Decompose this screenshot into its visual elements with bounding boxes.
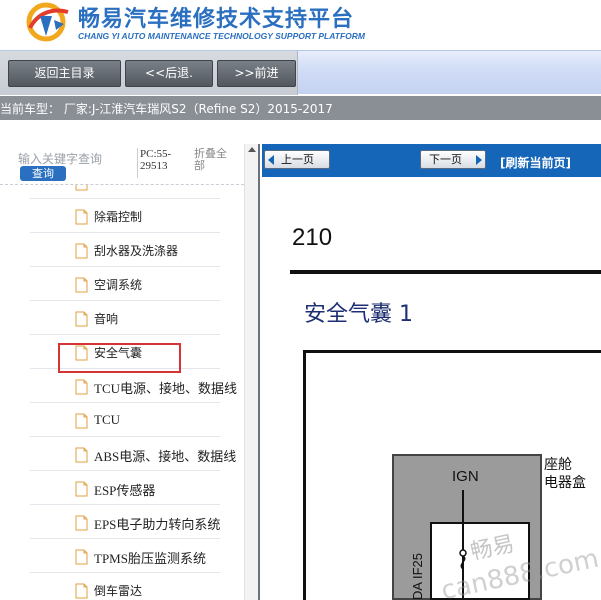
document-icon (75, 379, 88, 395)
document-icon (75, 515, 88, 531)
pc-code: PC:55-29513 (140, 148, 172, 172)
cabin-label-line2: 电器盒 (544, 475, 586, 491)
tree-item[interactable]: TCU电源、接地、数据线 (30, 369, 237, 403)
page-number: 210 (292, 224, 333, 251)
document-icon (75, 185, 88, 191)
document-icon (75, 277, 88, 293)
app-header: 畅易汽车维修技术支持平台 CHANG YI AUTO MAINTENANCE T… (0, 0, 601, 50)
vehicle-bar: 当前车型： 厂家:J-江淮汽车瑞风S2（Refine S2）2015-2017 (0, 96, 601, 120)
next-page-button[interactable]: 下一页 (420, 150, 486, 169)
tree-item-label: 空调系统 (94, 278, 143, 292)
tree-item[interactable]: 除霜控制 (30, 199, 220, 233)
next-page-label: 下一页 (429, 153, 462, 166)
tree-item-partial[interactable] (30, 185, 220, 199)
home-button[interactable]: 返回主目录 (8, 60, 121, 87)
tree-item-label: TCU电源、接地、数据线 (94, 381, 238, 396)
tree-item-label: TPMS胎压监测系统 (94, 551, 206, 566)
spacer (0, 120, 601, 144)
tree-item[interactable]: 倒车雷达 (30, 573, 220, 600)
forward-button[interactable]: >>前进 (217, 60, 296, 87)
sidebar-scrollbar[interactable] (244, 144, 258, 600)
tree-item-label: 除霜控制 (94, 210, 143, 224)
fuse-prefix: DA (410, 582, 425, 600)
fuse-label: DA IF25 (410, 553, 425, 600)
tree-item-label: 倒车雷达 (94, 584, 143, 598)
fuse-symbol-icon (459, 549, 467, 570)
current-vehicle-text: 当前车型： 厂家:J-江淮汽车瑞风S2（Refine S2）2015-2017 (0, 102, 333, 116)
search-button[interactable]: 查询 (20, 166, 66, 181)
section-title: 安全气囊 1 (304, 302, 413, 327)
document-icon (75, 345, 88, 361)
fuse-inner-box (430, 522, 530, 600)
tree-item[interactable]: EPS电子助力转向系统 (30, 505, 220, 539)
page-rule (290, 270, 601, 274)
tree-item[interactable]: 音响 (30, 301, 220, 335)
brand-subtitle: CHANG YI AUTO MAINTENANCE TECHNOLOGY SUP… (78, 31, 365, 41)
tree-item-label: EPS电子助力转向系统 (94, 517, 221, 532)
fuse-code: IF25 (410, 553, 425, 580)
tree-item[interactable]: TCU (30, 403, 220, 437)
prev-page-button[interactable]: 上一页 (264, 150, 330, 169)
fold-all-button[interactable]: 折叠全部 (194, 148, 236, 172)
tree-item[interactable]: ABS电源、接地、数据线 (30, 437, 236, 471)
search-divider (137, 148, 138, 178)
tree-item-label: ABS电源、接地、数据线 (94, 449, 237, 464)
tree-item-label: ESP传感器 (94, 483, 156, 498)
document-icon (75, 209, 88, 225)
tree-item[interactable]: TPMS胎压监测系统 (30, 539, 220, 573)
document-icon (75, 481, 88, 497)
page-nav-bar: 上一页 下一页 [刷新当前页] (262, 144, 601, 177)
tree-item-selected[interactable]: 安全气囊 (30, 335, 220, 369)
back-button[interactable]: <<后退. (125, 60, 213, 87)
tree-item-label: TCU (94, 412, 120, 427)
tree-item-label: 刮水器及洗涤器 (94, 244, 179, 258)
category-tree: 除霜控制刮水器及洗涤器 空调系统音响安全气囊 TCU电源、接地、数据线 TCU ABS电… (0, 184, 244, 600)
ign-label: IGN (452, 468, 479, 485)
scroll-up-arrow-icon[interactable] (246, 144, 258, 156)
search-input[interactable]: 输入关键字查询 (18, 150, 134, 166)
sidebar: 输入关键字查询 查询 PC:55-29513 折叠全部 除霜控制刮水器及洗涤器空… (0, 144, 260, 600)
arrow-right-icon (476, 155, 482, 165)
tree-item-label: 安全气囊 (94, 346, 143, 360)
refresh-page-link[interactable]: [刷新当前页] (500, 154, 571, 171)
cabin-fuse-box-label: 座舱 电器盒 (544, 456, 586, 492)
document-icon (75, 311, 88, 327)
tree-item[interactable]: 刮水器及洗涤器 (30, 233, 220, 267)
toolbar: 返回主目录 <<后退. >>前进 (0, 50, 601, 95)
document-icon (75, 447, 88, 463)
tree-item[interactable]: 空调系统 (30, 267, 220, 301)
changyi-logo-icon (26, 2, 69, 42)
prev-page-label: 上一页 (281, 153, 314, 166)
brand-title: 畅易汽车维修技术支持平台 (78, 7, 355, 32)
document-icon (75, 549, 88, 565)
document-icon (75, 243, 88, 259)
document-icon (75, 413, 88, 429)
tree-item[interactable]: ESP传感器 (30, 471, 220, 505)
arrow-left-icon (268, 155, 274, 165)
tree-item-label: 音响 (94, 312, 119, 326)
document-icon (75, 583, 88, 599)
cabin-label-line1: 座舱 (544, 457, 572, 473)
